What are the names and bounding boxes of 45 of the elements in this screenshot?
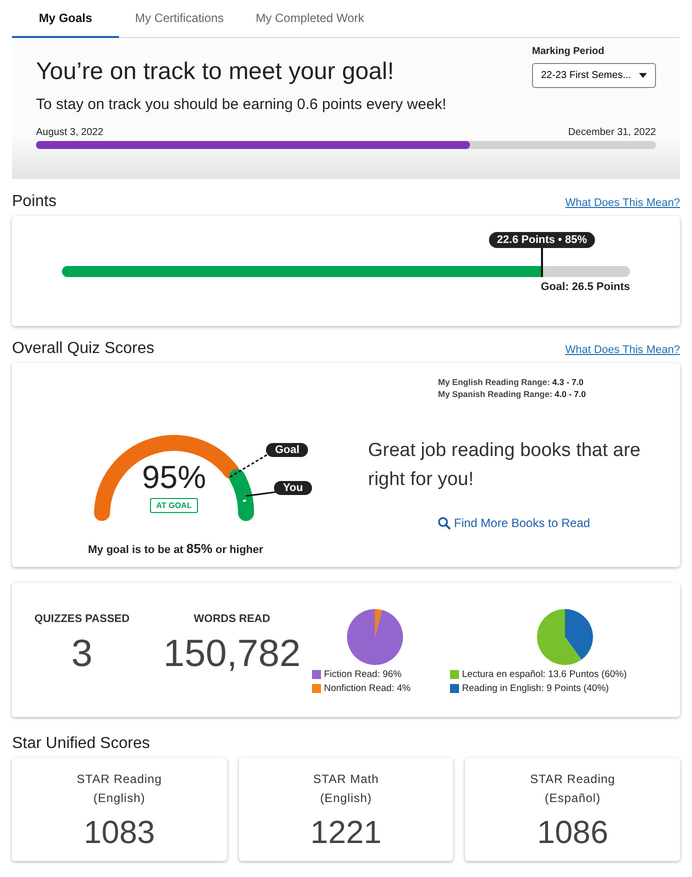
legend-label: Reading in English: 9 Points (40%) <box>462 683 609 694</box>
status-badge: AT GOAL <box>150 498 198 513</box>
quiz-score: 95% <box>142 459 206 496</box>
goal-subtext: To stay on track you should be earning 0.6 points every week! <box>36 96 446 113</box>
caret-icon <box>639 73 647 78</box>
test-score: 1221 <box>310 814 382 851</box>
start-date: August 3, 2022 <box>36 127 104 138</box>
legend-label: Nonfiction Read: 4% <box>324 683 411 694</box>
help-link[interactable]: What Does This Mean? <box>565 344 680 356</box>
test-name: STAR Reading <box>530 771 616 788</box>
find-books-link[interactable]: Find More Books to Read <box>438 516 680 530</box>
test-name: STAR Reading <box>76 771 162 788</box>
tab[interactable]: My Certifications <box>119 0 240 38</box>
stat-label: QUIZZES PASSED <box>34 613 130 625</box>
reading-range: My Spanish Reading Range: 4.0 - 7.0 <box>438 389 586 399</box>
legend-label: Lectura en español: 13.6 Puntos (60%) <box>462 669 627 680</box>
goal-tag: Goal <box>266 443 308 457</box>
test-language: (English) <box>93 790 146 807</box>
goal-note: My goal is to be at 85% or higher <box>88 541 264 556</box>
help-link[interactable]: What Does This Mean? <box>565 197 680 209</box>
reading-range: My English Reading Range: 4.3 - 7.0 <box>438 377 584 387</box>
test-name: STAR Math <box>313 771 379 788</box>
section-title: Overall Quiz Scores <box>12 340 154 358</box>
marking-period-dropdown[interactable]: 22-23 First Semes... <box>532 63 656 88</box>
end-date: December 31, 2022 <box>568 127 656 138</box>
stat-value: 150,782 <box>163 633 301 676</box>
points-tag: 22.6 Points • 85% <box>488 232 595 248</box>
section-title: Star Unified Scores <box>12 735 150 753</box>
tab[interactable]: My Completed Work <box>240 0 380 38</box>
goal-headline: You’re on track to meet your goal! <box>36 58 395 86</box>
marker-line <box>540 248 543 277</box>
leader-line <box>246 491 276 497</box>
test-score: 1086 <box>537 814 608 851</box>
search-icon <box>438 516 451 530</box>
you-tag: You <box>274 481 312 495</box>
stat-label: WORDS READ <box>194 613 270 625</box>
test-language: (Español) <box>544 790 601 807</box>
test-language: (English) <box>320 790 372 807</box>
test-score: 1083 <box>84 814 155 851</box>
section-title: Points <box>12 193 56 211</box>
quiz-message: Great job reading books that are right for you! <box>368 439 642 492</box>
legend-label: Fiction Read: 96% <box>324 669 402 680</box>
goal-points: Goal: 26.5 Points <box>540 281 630 293</box>
marking-period-label: Marking Period <box>532 46 606 57</box>
stat-value: 3 <box>71 633 93 676</box>
